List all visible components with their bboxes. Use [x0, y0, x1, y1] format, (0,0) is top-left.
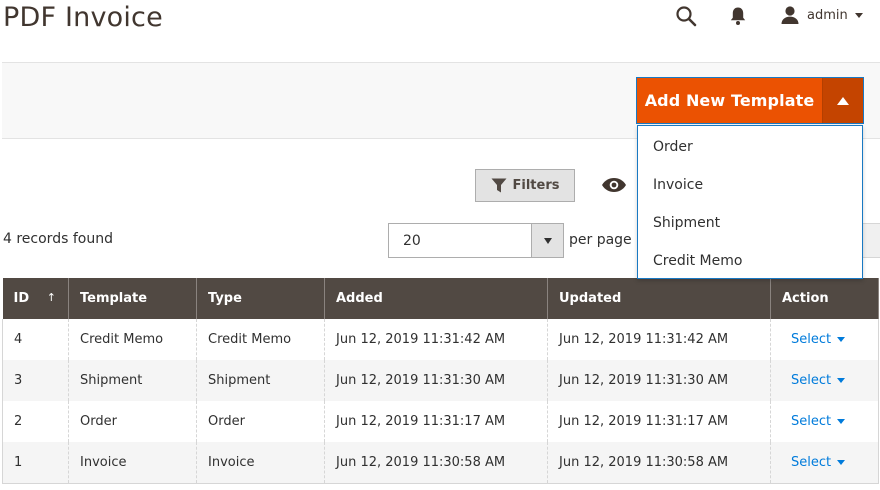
cell-id: 3 [2, 360, 69, 401]
menu-item-shipment[interactable]: Shipment [638, 204, 862, 242]
menu-item-invoice[interactable]: Invoice [638, 166, 862, 204]
menu-item-credit-memo[interactable]: Credit Memo [638, 242, 862, 280]
cell-action: Select [770, 401, 879, 442]
cell-id: 1 [2, 442, 69, 484]
cell-type: Shipment [196, 360, 325, 401]
page-number-input[interactable] [862, 223, 880, 258]
filters-button[interactable]: Filters [475, 169, 575, 202]
chevron-down-icon [837, 419, 846, 424]
sort-ascending-icon: ↑ [46, 291, 56, 304]
add-new-template-button[interactable]: Add New Template [637, 78, 822, 123]
filters-label: Filters [512, 178, 560, 193]
cell-updated: Jun 12, 2019 11:30:58 AM [547, 442, 771, 484]
chevron-up-icon [837, 96, 849, 105]
cell-action: Select [770, 360, 879, 401]
row-action-select[interactable]: Select [782, 332, 846, 347]
table-row: 2 Order Order Jun 12, 2019 11:31:17 AM J… [2, 401, 879, 442]
cell-template: Invoice [68, 442, 197, 484]
column-header-updated[interactable]: Updated [547, 278, 771, 319]
cell-action: Select [770, 319, 879, 360]
chevron-down-icon [543, 237, 552, 244]
column-header-template[interactable]: Template [68, 278, 197, 319]
user-menu[interactable]: admin [780, 4, 870, 26]
chevron-down-icon [837, 337, 846, 342]
cell-action: Select [770, 442, 879, 484]
cell-updated: Jun 12, 2019 11:31:17 AM [547, 401, 771, 442]
eye-icon[interactable] [600, 174, 628, 196]
column-header-type[interactable]: Type [196, 278, 325, 319]
row-action-select[interactable]: Select [782, 455, 846, 470]
chevron-down-icon [837, 459, 846, 465]
cell-added: Jun 12, 2019 11:31:42 AM [324, 319, 548, 360]
search-icon[interactable] [674, 4, 698, 28]
cell-type: Invoice [196, 442, 325, 484]
per-page-toggle[interactable] [531, 224, 563, 257]
cell-type: Credit Memo [196, 319, 325, 360]
cell-template: Credit Memo [68, 319, 197, 360]
cell-updated: Jun 12, 2019 11:31:42 AM [547, 319, 771, 360]
records-found-count: 4 records found [3, 231, 113, 247]
table-row: 4 Credit Memo Credit Memo Jun 12, 2019 1… [2, 319, 879, 360]
funnel-icon [491, 178, 506, 193]
cell-id: 4 [2, 319, 69, 360]
menu-item-order[interactable]: Order [638, 128, 862, 166]
cell-template: Shipment [68, 360, 197, 401]
bell-icon[interactable] [726, 4, 750, 28]
user-icon [781, 6, 799, 24]
cell-updated: Jun 12, 2019 11:31:30 AM [547, 360, 771, 401]
chevron-down-icon [854, 12, 863, 18]
cell-id: 2 [2, 401, 69, 442]
user-name: admin [807, 7, 848, 23]
templates-grid: ID ↑ Template Type Added Updated Action 4… [2, 278, 879, 484]
cell-type: Order [196, 401, 325, 442]
grid-header-row: ID ↑ Template Type Added Updated Action [2, 278, 879, 319]
page-title: PDF Invoice [3, 2, 163, 33]
cell-added: Jun 12, 2019 11:30:58 AM [324, 442, 548, 484]
table-row: 3 Shipment Shipment Jun 12, 2019 11:31:3… [2, 360, 879, 401]
table-row: 1 Invoice Invoice Jun 12, 2019 11:30:58 … [2, 442, 879, 484]
add-new-template-toggle[interactable] [822, 78, 863, 123]
add-new-template-split-button: Add New Template [636, 77, 864, 124]
cell-template: Order [68, 401, 197, 442]
per-page-label: per page [569, 232, 632, 248]
add-template-dropdown-menu: Order Invoice Shipment Credit Memo [637, 125, 863, 279]
column-header-added[interactable]: Added [324, 278, 548, 319]
row-action-select[interactable]: Select [782, 414, 846, 429]
chevron-down-icon [837, 378, 846, 383]
row-action-select[interactable]: Select [782, 373, 846, 388]
per-page-value: 20 [403, 232, 421, 249]
column-header-id[interactable]: ID ↑ [2, 278, 69, 319]
cell-added: Jun 12, 2019 11:31:17 AM [324, 401, 548, 442]
per-page-select[interactable]: 20 [388, 223, 564, 258]
cell-added: Jun 12, 2019 11:31:30 AM [324, 360, 548, 401]
column-header-action: Action [770, 278, 879, 319]
